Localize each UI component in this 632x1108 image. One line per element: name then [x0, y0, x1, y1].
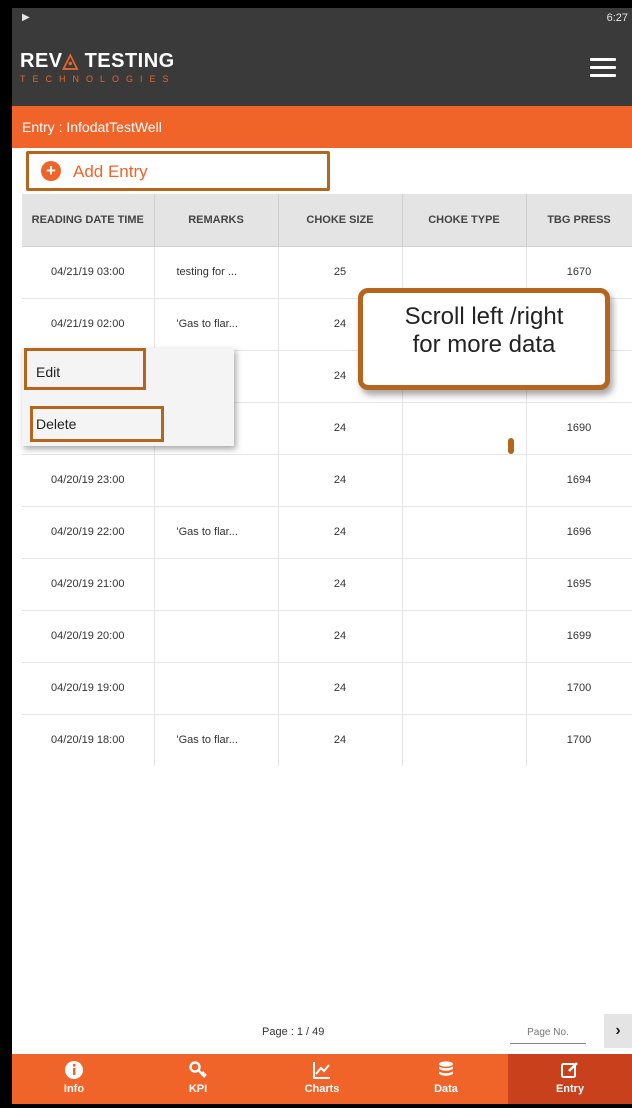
cell-choke-type: [402, 558, 527, 611]
entry-title-bar: Entry : InfodatTestWell: [12, 106, 632, 148]
page-indicator: Page : 1 / 49: [262, 1026, 325, 1038]
cell-remarks: [154, 558, 279, 611]
entry-table: READING DATE TIME REMARKS CHOKE SIZE CHO…: [22, 194, 632, 766]
cell-tbg-press: 1694: [526, 454, 632, 507]
tab-charts[interactable]: Charts: [260, 1054, 384, 1104]
cell-choke-size: 24: [278, 506, 403, 559]
cell-date: 04/20/19 22:00: [22, 506, 155, 559]
cell-remarks: testing for ...: [154, 246, 279, 299]
cell-date: 04/21/19 03:00: [22, 246, 155, 299]
tab-kpi[interactable]: KPI: [136, 1054, 260, 1104]
add-entry-label: Add Entry: [73, 162, 148, 181]
page-number-input[interactable]: [510, 1022, 586, 1044]
column-header-remarks[interactable]: REMARKS: [154, 194, 279, 247]
device-screen: ▶ 6:27 REV◬ TESTING TECHNOLOGIES Entry :…: [12, 8, 632, 1104]
cell-choke-size: 24: [278, 558, 403, 611]
scroll-hint-callout: Scroll left /right for more data: [358, 288, 610, 390]
cell-remarks: [154, 454, 279, 507]
cell-choke-type: [402, 714, 527, 766]
app-header: REV◬ TESTING TECHNOLOGIES: [12, 28, 632, 106]
info-icon: [65, 1061, 83, 1079]
row-context-menu: Edit Delete: [22, 348, 234, 446]
cell-remarks: 'Gas to flar...: [154, 298, 279, 351]
table-row[interactable]: 04/20/19 19:00 24 1700: [22, 662, 632, 715]
cell-choke-size: 24: [278, 402, 403, 455]
tab-info[interactable]: Info: [12, 1054, 136, 1104]
tab-entry[interactable]: Entry: [508, 1054, 632, 1104]
database-icon: [439, 1061, 453, 1076]
cell-date: 04/20/19 21:00: [22, 558, 155, 611]
chart-icon: [313, 1062, 330, 1079]
cell-date: 04/20/19 23:00: [22, 454, 155, 507]
edit-icon: [561, 1062, 578, 1078]
next-page-button[interactable]: ›: [604, 1014, 632, 1048]
cell-tbg-press: 1699: [526, 610, 632, 663]
column-header-tbg-press[interactable]: TBG PRESS: [526, 194, 632, 247]
column-header-choke-size[interactable]: CHOKE SIZE: [278, 194, 403, 247]
tab-data[interactable]: Data: [384, 1054, 508, 1104]
hamburger-menu-icon[interactable]: [590, 58, 616, 80]
cell-remarks: [154, 610, 279, 663]
cell-choke-type: [402, 662, 527, 715]
cell-tbg-press: 1695: [526, 558, 632, 611]
cell-choke-type: [402, 610, 527, 663]
cell-date: 04/20/19 19:00: [22, 662, 155, 715]
table-header-row: READING DATE TIME REMARKS CHOKE SIZE CHO…: [22, 194, 632, 247]
cell-choke-type: [402, 454, 527, 507]
column-header-reading-date-time[interactable]: READING DATE TIME: [22, 194, 155, 247]
cell-choke-size: 24: [278, 454, 403, 507]
status-bar: ▶ 6:27: [12, 8, 632, 28]
context-menu-edit[interactable]: Edit: [22, 348, 234, 394]
logo-subtitle: TECHNOLOGIES: [20, 74, 176, 84]
context-menu-delete[interactable]: Delete: [22, 400, 234, 446]
plus-circle-icon: +: [41, 161, 61, 181]
table-row[interactable]: 04/20/19 20:00 24 1699: [22, 610, 632, 663]
cell-remarks: 'Gas to flar...: [154, 506, 279, 559]
cell-tbg-press: 1700: [526, 714, 632, 766]
cell-remarks: [154, 662, 279, 715]
cell-tbg-press: 1690: [526, 402, 632, 455]
cell-choke-size: 24: [278, 610, 403, 663]
media-play-icon: ▶: [22, 12, 30, 23]
logo-text: REV◬ TESTING: [20, 50, 175, 72]
column-header-choke-type[interactable]: CHOKE TYPE: [402, 194, 527, 247]
cell-tbg-press: 1696: [526, 506, 632, 559]
cell-choke-size: 24: [278, 714, 403, 766]
table-row[interactable]: 04/20/19 22:00 'Gas to flar... 24 1696: [22, 506, 632, 559]
entry-title: Entry : InfodatTestWell: [22, 119, 162, 135]
cell-date: 04/20/19 20:00: [22, 610, 155, 663]
cell-date: 04/21/19 02:00: [22, 298, 155, 351]
key-icon: [189, 1061, 207, 1078]
table-row[interactable]: 04/20/19 23:00 24 1694: [22, 454, 632, 507]
revo-testing-logo: REV◬ TESTING TECHNOLOGIES: [20, 48, 176, 84]
cell-choke-type: [402, 506, 527, 559]
scroll-indicator: [508, 438, 514, 454]
status-time: 6:27: [606, 12, 628, 24]
cell-tbg-press: 1700: [526, 662, 632, 715]
add-entry-button[interactable]: + Add Entry: [26, 151, 330, 191]
pagination-bar: Page : 1 / 49 ›: [12, 1008, 632, 1054]
cell-choke-size: 24: [278, 662, 403, 715]
table-row[interactable]: 04/20/19 21:00 24 1695: [22, 558, 632, 611]
table-row[interactable]: 04/20/19 18:00 'Gas to flar... 24 1700: [22, 714, 632, 766]
add-entry-row: + Add Entry: [12, 148, 632, 194]
bottom-tab-bar: Info KPI Charts Data Entry: [12, 1054, 632, 1104]
cell-remarks: 'Gas to flar...: [154, 714, 279, 766]
cell-date: 04/20/19 18:00: [22, 714, 155, 766]
